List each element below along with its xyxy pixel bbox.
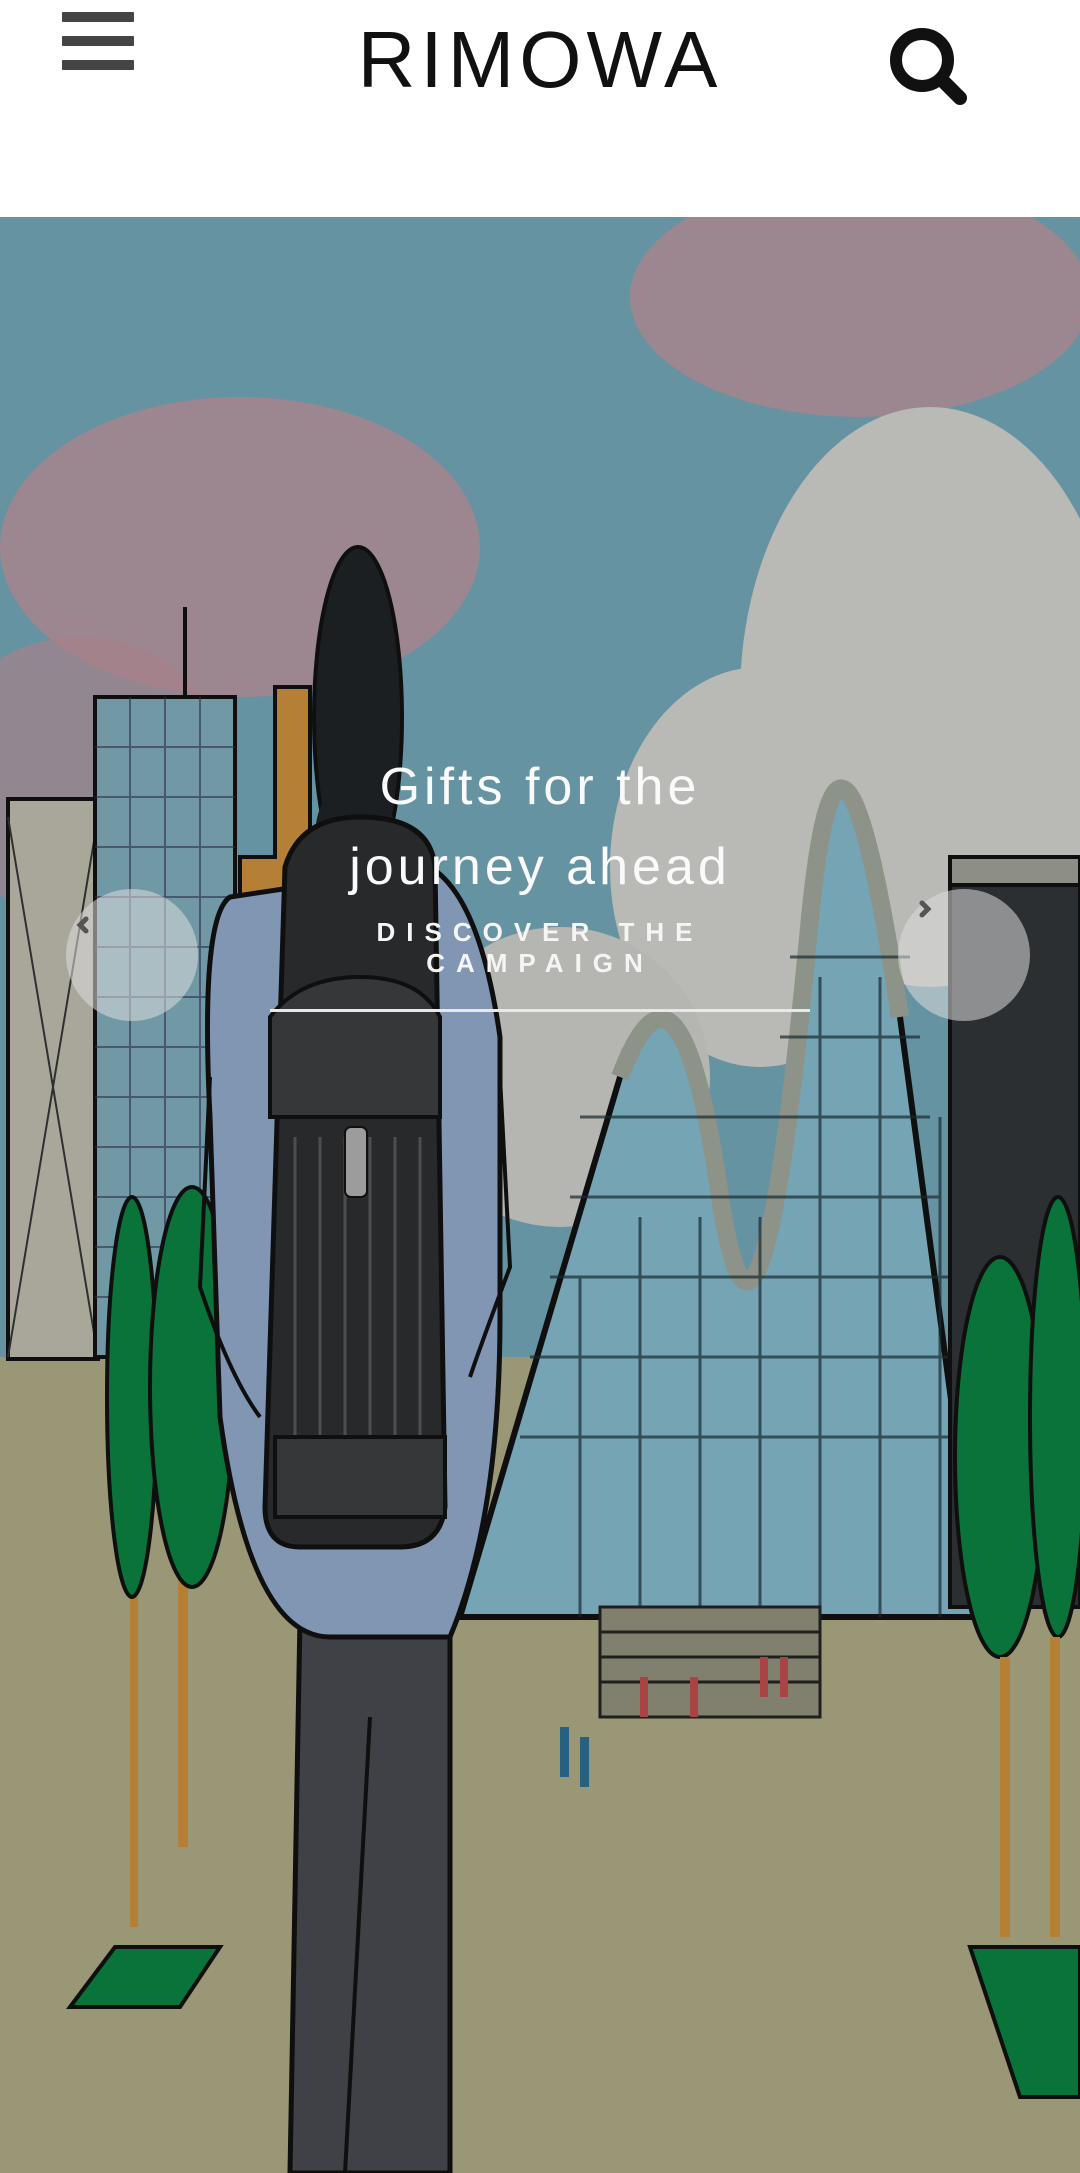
carousel-next-button[interactable]: [898, 889, 1030, 1021]
chevron-left-icon: [76, 916, 89, 934]
hero-title-line-1: Gifts for the: [379, 758, 701, 816]
discover-campaign-link[interactable]: DISCOVER THE CAMPAIGN: [270, 917, 810, 1012]
top-header: RIMOWA: [0, 0, 1080, 217]
search-button[interactable]: [880, 20, 980, 110]
hero-banner[interactable]: Gifts for the journey ahead DISCOVER THE…: [0, 217, 1080, 2173]
carousel-prev-button[interactable]: [66, 889, 198, 1021]
search-icon: [890, 28, 967, 105]
chevron-right-icon: [919, 900, 932, 918]
hero-title: Gifts for the journey ahead: [0, 747, 1080, 907]
hero-illustration: [0, 217, 1080, 2173]
